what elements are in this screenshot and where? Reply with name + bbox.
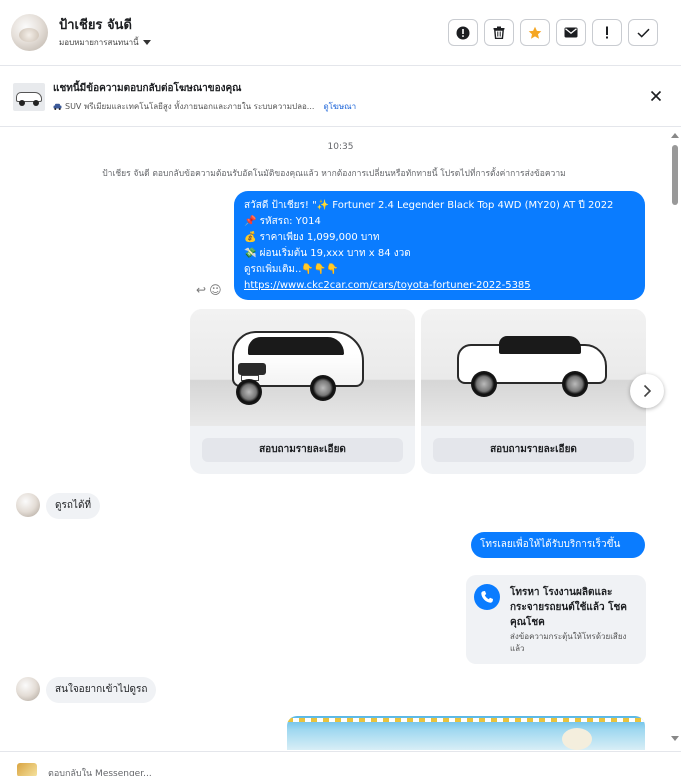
conversation-header: ป้าเชียร จันดี มอบหมายการสนทนานี้ <box>0 0 681 66</box>
assign-conversation-dropdown[interactable]: มอบหมายการสนทนานี้ <box>59 36 151 49</box>
carousel-next-button[interactable] <box>630 374 664 408</box>
ad-thumbnail <box>13 83 45 111</box>
message-line: 💸 ผ่อนเริ่มต้น 19,xxx บาท x 84 งวด <box>244 248 411 259</box>
call-card-subtitle: ส่งข้อความกระตุ้นให้โทรด้วยเสียงแล้ว <box>510 632 627 653</box>
report-button[interactable] <box>448 19 478 46</box>
trash-icon <box>493 26 505 39</box>
outgoing-message-bubble[interactable]: สวัสดี ป้าเชียร! "✨ Fortuner 2.4 Legende… <box>234 191 645 300</box>
star-icon <box>528 26 542 39</box>
message-actions: ↩ ☺ <box>196 283 222 297</box>
call-card-title: โทรหา โรงงานผลิตและกระจายรถยนต์ใช้แล้ว โ… <box>510 587 627 628</box>
contact-name[interactable]: ป้าเชียร จันดี <box>59 14 132 35</box>
check-icon <box>636 28 650 38</box>
ad-context-bar: แชทนี้มีข้อความตอบกลับต่อโฆษณาของคุณ SUV… <box>0 67 681 127</box>
outgoing-message-bubble[interactable]: โทรเลยเพื่อให้ได้รับบริการเร็วขึ้น <box>471 532 645 558</box>
star-button[interactable] <box>520 19 550 46</box>
car-photo <box>190 309 415 426</box>
message-link[interactable]: https://www.ckc2car.com/cars/toyota-fort… <box>244 278 635 294</box>
emoji-reaction-icon[interactable]: ☺ <box>209 283 222 297</box>
message-line: ดูรถเพิ่มเติม..👇👇👇 <box>244 264 339 275</box>
mark-done-button[interactable] <box>628 19 658 46</box>
report-icon <box>456 26 470 39</box>
ad-context-description: SUV พรีเมียมและเทคโนโลยีสูง ทั้งภายนอกแล… <box>53 100 356 113</box>
carousel-card[interactable]: สอบถามรายละเอียด <box>421 309 646 474</box>
contact-avatar-small <box>16 677 40 701</box>
message-timestamp: 10:35 <box>327 142 354 152</box>
alert-icon <box>606 26 608 39</box>
close-ad-bar-button[interactable] <box>648 88 664 104</box>
image-attachment[interactable] <box>287 716 645 750</box>
scroll-down-arrow[interactable] <box>671 736 679 741</box>
incoming-message-bubble[interactable]: สนใจอยากเข้าไปดูรถ <box>46 677 157 703</box>
scrollbar-thumb[interactable] <box>672 145 678 205</box>
inquire-details-button[interactable]: สอบถามรายละเอียด <box>433 438 634 462</box>
car-photo <box>421 309 646 426</box>
assign-label: มอบหมายการสนทนานี้ <box>59 38 139 47</box>
delete-button[interactable] <box>484 19 514 46</box>
mark-unread-button[interactable] <box>556 19 586 46</box>
scroll-up-arrow[interactable] <box>671 133 679 138</box>
ad-context-title: แชทนี้มีข้อความตอบกลับต่อโฆษณาของคุณ <box>53 83 242 94</box>
reply-icon[interactable]: ↩ <box>196 283 206 297</box>
phone-icon <box>474 584 500 610</box>
follow-up-button[interactable] <box>592 19 622 46</box>
caret-down-icon <box>142 40 151 45</box>
inquire-details-button[interactable]: สอบถามรายละเอียด <box>202 438 403 462</box>
close-icon <box>650 90 662 102</box>
message-thread: 10:35 ป้าเชียร จันดี ตอบกลับข้อความต้อนร… <box>0 128 668 750</box>
reply-input[interactable]: ตอบกลับใน Messenger... <box>48 766 152 776</box>
scrollbar[interactable] <box>669 128 681 750</box>
view-ad-link[interactable]: ดูโฆษณา <box>323 100 356 113</box>
message-composer[interactable]: ตอบกลับใน Messenger... <box>0 751 681 776</box>
mail-icon <box>564 27 578 38</box>
message-line: 💰 ราคาเพียง 1,099,000 บาท <box>244 232 380 243</box>
page-logo <box>17 763 37 776</box>
call-request-card[interactable]: โทรหา โรงงานผลิตและกระจายรถยนต์ใช้แล้ว โ… <box>466 575 646 664</box>
ad-description-text: SUV พรีเมียมและเทคโนโลยีสูง ทั้งภายนอกแล… <box>65 102 315 111</box>
message-line: 📌 รหัสรถ: Y014 <box>244 216 321 227</box>
carousel-card[interactable]: สอบถามรายละเอียด <box>190 309 415 474</box>
contact-avatar[interactable] <box>11 14 48 51</box>
message-line: สวัสดี ป้าเชียร! "✨ Fortuner 2.4 Legende… <box>244 200 614 211</box>
chevron-right-icon <box>643 384 652 398</box>
contact-avatar-small <box>16 493 40 517</box>
car-icon <box>53 103 62 110</box>
incoming-message-bubble[interactable]: ดูรถได้ที่ <box>46 493 101 519</box>
system-message: ป้าเชียร จันดี ตอบกลับข้อความต้อนรับอัตโ… <box>102 169 566 179</box>
